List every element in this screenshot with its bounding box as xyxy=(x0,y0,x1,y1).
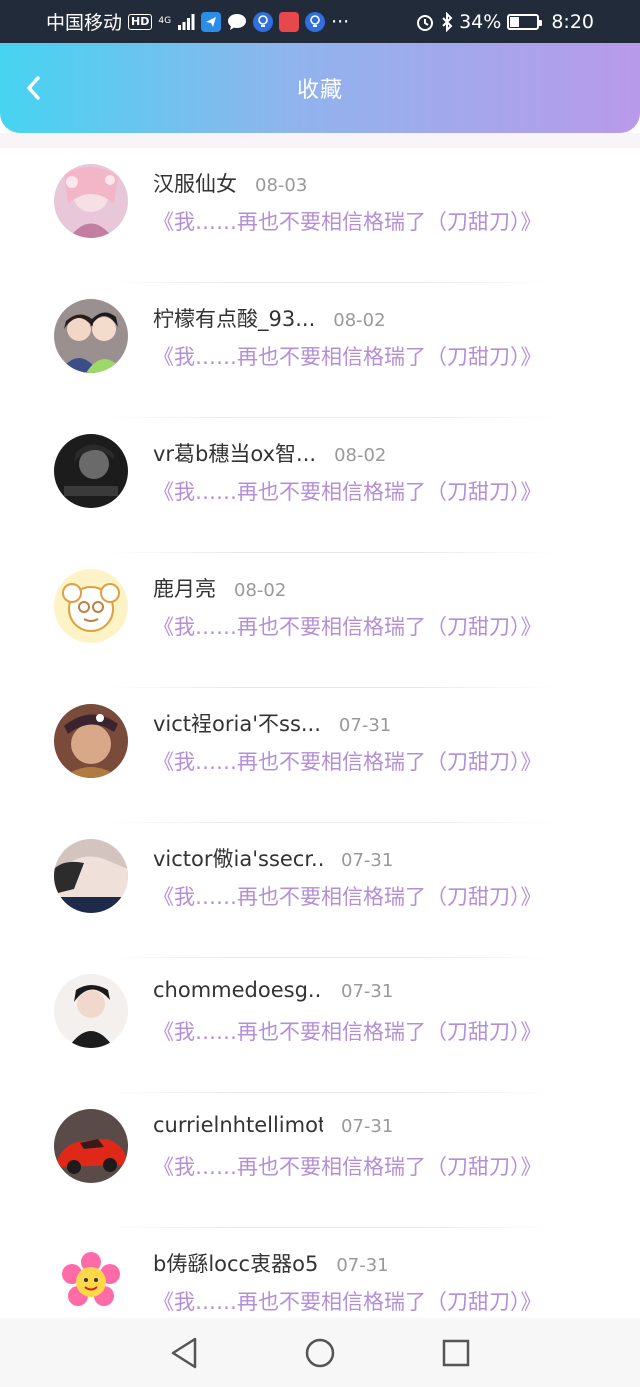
chevron-left-icon xyxy=(27,76,40,100)
plane-app-icon xyxy=(201,11,222,32)
post-title[interactable]: 《我……再也不要相信格瑞了（刀甜刀）》 xyxy=(153,476,542,506)
battery-icon xyxy=(507,13,543,30)
clock-time: 8:20 xyxy=(551,10,594,33)
signal-icon xyxy=(177,13,195,30)
post-title[interactable]: 《我……再也不要相信格瑞了（刀甜刀）》 xyxy=(153,1151,542,1181)
user-name[interactable]: b俦繇locc衷器o5 xyxy=(153,1248,318,1278)
list-item[interactable]: chommedoesg... 07-31 《我……再也不要相信格瑞了（刀甜刀）》 xyxy=(0,958,640,1093)
bluetooth-icon xyxy=(441,11,453,32)
list-item[interactable]: currielnhtellimott 07-31 《我……再也不要相信格瑞了（刀… xyxy=(0,1093,640,1228)
favorites-list: 汉服仙女 08-03 《我……再也不要相信格瑞了（刀甜刀）》 柠檬有点酸_93.… xyxy=(0,133,640,1318)
post-date: 07-31 xyxy=(341,1116,394,1137)
back-button[interactable] xyxy=(18,73,48,103)
avatar[interactable] xyxy=(54,704,128,778)
avatar[interactable] xyxy=(54,434,128,508)
list-item[interactable]: victor儆ia'ssecr... 07-31 《我……再也不要相信格瑞了（刀… xyxy=(0,823,640,958)
avatar[interactable] xyxy=(54,569,128,643)
avatar[interactable] xyxy=(54,1109,128,1183)
post-title[interactable]: 《我……再也不要相信格瑞了（刀甜刀）》 xyxy=(153,746,542,776)
carrier-label: 中国移动 xyxy=(46,12,123,34)
post-title[interactable]: 《我……再也不要相信格瑞了（刀甜刀）》 xyxy=(153,206,542,236)
post-date: 07-31 xyxy=(336,1255,389,1276)
user-name[interactable]: victor儆ia'ssecr... xyxy=(153,843,323,873)
post-date: 08-02 xyxy=(234,580,287,601)
post-title[interactable]: 《我……再也不要相信格瑞了（刀甜刀）》 xyxy=(153,341,542,371)
nav-home-button[interactable] xyxy=(302,1335,338,1371)
user-name[interactable]: vict裎oria'不ss... xyxy=(153,708,321,738)
post-title[interactable]: 《我……再也不要相信格瑞了（刀甜刀）》 xyxy=(153,1016,542,1046)
list-item[interactable]: 柠檬有点酸_93... 08-02 《我……再也不要相信格瑞了（刀甜刀）》 xyxy=(0,283,640,418)
system-nav-bar xyxy=(0,1318,640,1387)
post-date: 08-03 xyxy=(255,175,308,196)
post-date: 08-02 xyxy=(334,445,387,466)
post-title[interactable]: 《我……再也不要相信格瑞了（刀甜刀）》 xyxy=(153,881,542,911)
user-name[interactable]: currielnhtellimott xyxy=(153,1113,323,1137)
post-title[interactable]: 《我……再也不要相信格瑞了（刀甜刀）》 xyxy=(153,611,542,641)
avatar[interactable] xyxy=(54,1244,128,1318)
page-title: 收藏 xyxy=(296,78,343,103)
circle-home-icon xyxy=(305,1338,335,1367)
status-bar: 中国移动 HD 4G ··· 34% 8:20 xyxy=(0,0,640,43)
avatar[interactable] xyxy=(54,299,128,373)
more-notifications: ··· xyxy=(331,10,350,33)
chat-icon xyxy=(227,13,247,31)
alarm-icon xyxy=(415,12,435,32)
user-name[interactable]: 柠檬有点酸_93... xyxy=(153,303,315,333)
avatar[interactable] xyxy=(54,974,128,1048)
post-date: 07-31 xyxy=(341,850,394,871)
post-title[interactable]: 《我……再也不要相信格瑞了（刀甜刀）》 xyxy=(153,1286,542,1316)
post-date: 08-02 xyxy=(333,310,386,331)
list-item[interactable]: 汉服仙女 08-03 《我……再也不要相信格瑞了（刀甜刀）》 xyxy=(0,148,640,283)
avatar[interactable] xyxy=(54,164,128,238)
nav-back-button[interactable] xyxy=(166,1335,202,1371)
list-item[interactable]: b俦繇locc衷器o5 07-31 《我……再也不要相信格瑞了（刀甜刀）》 xyxy=(0,1228,640,1318)
post-date: 07-31 xyxy=(341,981,394,1002)
user-name[interactable]: chommedoesg... xyxy=(153,978,323,1002)
bulb-app-icon-2 xyxy=(305,11,326,32)
nav-recents-button[interactable] xyxy=(438,1335,474,1371)
huawei-app-icon xyxy=(279,11,300,32)
battery-percent: 34% xyxy=(459,10,502,33)
square-recents-icon xyxy=(442,1339,470,1366)
bulb-app-icon xyxy=(253,11,274,32)
list-item[interactable]: vr葛b穗当ox智... 08-02 《我……再也不要相信格瑞了（刀甜刀）》 xyxy=(0,418,640,553)
user-name[interactable]: vr葛b穗当ox智... xyxy=(153,438,316,468)
avatar[interactable] xyxy=(54,839,128,913)
user-name[interactable]: 鹿月亮 xyxy=(153,573,216,603)
post-date: 07-31 xyxy=(338,715,392,736)
list-item[interactable]: 鹿月亮 08-02 《我……再也不要相信格瑞了（刀甜刀）》 xyxy=(0,553,640,688)
user-name[interactable]: 汉服仙女 xyxy=(153,168,237,198)
hd-icon: HD xyxy=(128,13,153,30)
network-type: 4G xyxy=(158,16,172,26)
header-bar: 收藏 xyxy=(0,43,640,133)
list-item[interactable]: vict裎oria'不ss... 07-31 《我……再也不要相信格瑞了（刀甜刀… xyxy=(0,688,640,823)
triangle-back-icon xyxy=(171,1337,197,1368)
